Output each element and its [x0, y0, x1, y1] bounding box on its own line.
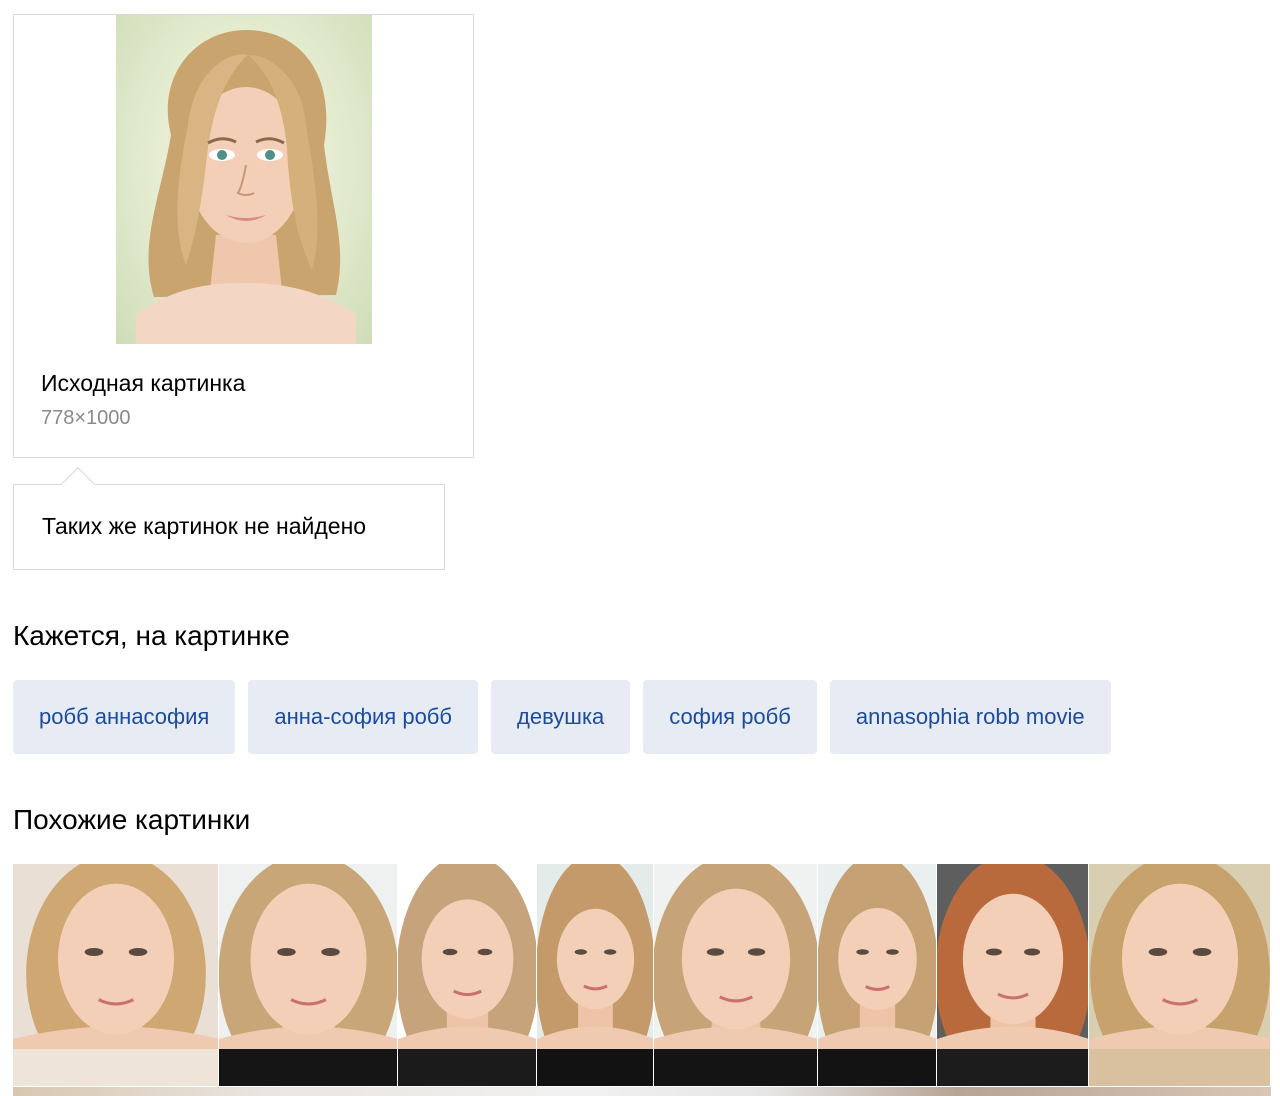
no-duplicates-text: Таких же картинок не найдено — [42, 513, 367, 539]
tag-button[interactable]: девушка — [491, 680, 631, 754]
similar-image-4[interactable] — [537, 864, 654, 1086]
similar-images-second-row[interactable] — [13, 1087, 1271, 1096]
portrait-illustration — [136, 30, 356, 344]
tag-list: робб аннасофия анна-софия робб девушка с… — [13, 680, 1111, 754]
similar-image-8[interactable] — [1089, 864, 1271, 1086]
source-image-thumbnail[interactable] — [116, 15, 372, 344]
image-search-results: Исходная картинка 778×1000 Таких же карт… — [0, 0, 1280, 1096]
similar-image-6[interactable] — [818, 864, 937, 1086]
source-image-title: Исходная картинка — [41, 370, 246, 396]
source-image-card[interactable]: Исходная картинка 778×1000 — [13, 14, 474, 458]
tag-button[interactable]: annasophia robb movie — [829, 680, 1111, 754]
tags-heading: Кажется, на картинке — [13, 620, 290, 651]
tag-button[interactable]: анна-софия робб — [248, 680, 479, 754]
no-duplicates-notice: Таких же картинок не найдено — [13, 467, 445, 570]
similar-image-2[interactable] — [219, 864, 398, 1086]
similar-image-1[interactable] — [13, 864, 219, 1086]
similar-heading: Похожие картинки — [13, 804, 251, 835]
tag-button[interactable]: робб аннасофия — [13, 680, 236, 754]
tag-button[interactable]: софия робб — [643, 680, 817, 754]
similar-image-3[interactable] — [398, 864, 537, 1086]
source-image-size: 778×1000 — [41, 407, 131, 429]
similar-image-5[interactable] — [654, 864, 818, 1086]
similar-image-7[interactable] — [937, 864, 1089, 1086]
notice-pointer — [61, 467, 95, 501]
similar-images-strip — [13, 864, 1271, 1096]
